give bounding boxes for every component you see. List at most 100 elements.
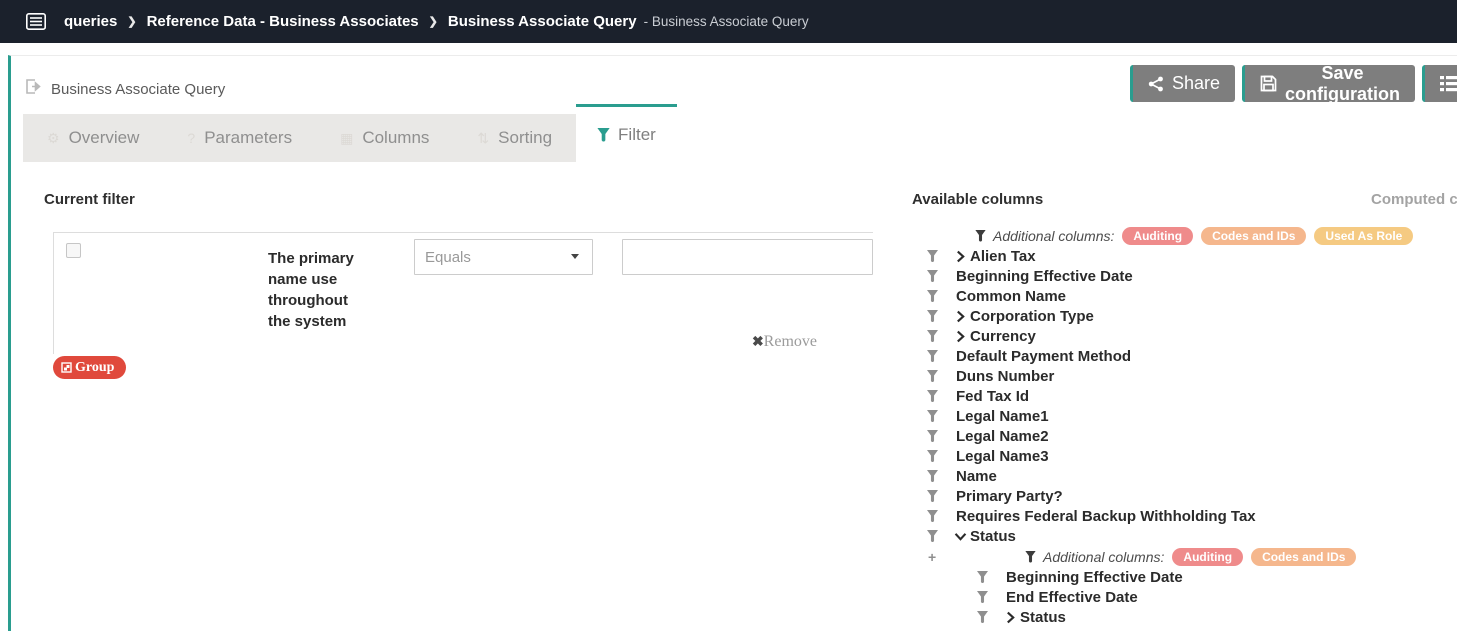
column-item-legal-name2[interactable]: Legal Name2: [912, 426, 1457, 446]
breadcrumb-reference-data[interactable]: Reference Data - Business Associates: [147, 13, 419, 30]
column-item-duns-number[interactable]: Duns Number: [912, 366, 1457, 386]
column-label: Status: [1020, 609, 1066, 626]
badge-codes-and-ids[interactable]: Codes and IDs: [1251, 548, 1356, 566]
group-icon: [61, 362, 72, 373]
chevron-down-icon[interactable]: [954, 532, 967, 541]
page-container: Business Associate Query Share Save conf…: [8, 55, 1457, 631]
parameters-icon: ?: [187, 130, 195, 146]
remove-filter-link[interactable]: ✖Remove: [622, 333, 873, 351]
filter-plus-icon[interactable]: [927, 330, 938, 342]
filter-operator-cell: Equals: [414, 233, 622, 354]
breadcrumb: queries ❯ Reference Data - Business Asso…: [64, 13, 809, 30]
filter-plus-icon[interactable]: [927, 410, 938, 422]
filter-plus-icon[interactable]: [927, 370, 938, 382]
column-item-legal-name1[interactable]: Legal Name1: [912, 406, 1457, 426]
filter-plus-icon[interactable]: [927, 470, 938, 482]
column-label: Corporation Type: [970, 308, 1094, 325]
column-item-fed-tax-id[interactable]: Fed Tax Id: [912, 386, 1457, 406]
tab-filter[interactable]: Filter: [576, 104, 677, 162]
column-item-status-status[interactable]: Status: [912, 607, 1457, 627]
column-item-name[interactable]: Name: [912, 466, 1457, 486]
tab-overview[interactable]: ⚙ Overview: [23, 114, 163, 162]
column-label: Primary Party?: [956, 488, 1063, 505]
column-item-beginning-effective-date[interactable]: Beginning Effective Date: [912, 266, 1457, 286]
tab-overview-label: Overview: [69, 128, 140, 148]
share-icon: [1148, 76, 1164, 92]
chevron-right-icon[interactable]: [1006, 611, 1015, 624]
filter-plus-icon[interactable]: [927, 310, 938, 322]
filter-plus-icon[interactable]: [927, 490, 938, 502]
page-header: Business Associate Query: [25, 79, 225, 99]
column-item-legal-name3[interactable]: Legal Name3: [912, 446, 1457, 466]
breadcrumb-queries[interactable]: queries: [64, 13, 117, 30]
share-button[interactable]: Share: [1130, 65, 1235, 102]
filter-plus-icon[interactable]: [927, 270, 938, 282]
filter-plus-icon[interactable]: [927, 250, 938, 262]
column-item-status-end-effective-date[interactable]: End Effective Date: [912, 587, 1457, 607]
column-label: Status: [970, 528, 1016, 545]
tab-columns[interactable]: ▦ Columns: [316, 114, 453, 162]
breadcrumb-current-query[interactable]: Business Associate Query: [448, 13, 637, 30]
chevron-right-icon[interactable]: [956, 310, 965, 323]
column-label: Beginning Effective Date: [1006, 569, 1183, 586]
column-item-currency[interactable]: Currency: [912, 326, 1457, 346]
filter-value-input[interactable]: [622, 239, 873, 275]
additional-columns-label: Additional columns:: [993, 228, 1114, 244]
save-icon: [1260, 75, 1277, 92]
filter-plus-icon[interactable]: [977, 571, 988, 583]
save-label: Save configuration: [1285, 63, 1400, 105]
operator-select[interactable]: Equals: [414, 239, 593, 275]
remove-x-icon: ✖: [752, 335, 764, 350]
column-item-primary-party[interactable]: Primary Party?: [912, 486, 1457, 506]
column-item-corporation-type[interactable]: Corporation Type: [912, 306, 1457, 326]
column-label: Requires Federal Backup Withholding Tax: [956, 508, 1256, 525]
column-label: Currency: [970, 328, 1036, 345]
column-label: Beginning Effective Date: [956, 268, 1133, 285]
filter-plus-icon[interactable]: [927, 350, 938, 362]
column-item-default-payment-method[interactable]: Default Payment Method: [912, 346, 1457, 366]
column-item-requires-federal-backup-withholding-tax[interactable]: Requires Federal Backup Withholding Tax: [912, 506, 1457, 526]
menu-list-icon[interactable]: [26, 13, 46, 30]
badge-auditing[interactable]: Auditing: [1172, 548, 1243, 566]
badge-used-as-role[interactable]: Used As Role: [1314, 227, 1413, 245]
chevron-right-icon: ❯: [127, 15, 136, 28]
status-additional-columns-row: + Additional columns: Auditing Codes and…: [912, 546, 1457, 567]
export-query-icon: [25, 79, 42, 99]
filter-field-label: The primary name use throughout the syst…: [268, 233, 414, 354]
group-button[interactable]: Group: [53, 356, 126, 379]
filter-plus-icon[interactable]: [977, 611, 988, 623]
column-label: Legal Name1: [956, 408, 1049, 425]
additional-columns-label: Additional columns:: [1043, 549, 1164, 565]
filter-plus-icon[interactable]: [927, 390, 938, 402]
chevron-right-icon[interactable]: [956, 250, 965, 263]
page-title: Business Associate Query: [51, 81, 225, 98]
column-label: Common Name: [956, 288, 1066, 305]
chevron-right-icon: ❯: [429, 15, 438, 28]
badge-codes-and-ids[interactable]: Codes and IDs: [1201, 227, 1306, 245]
badge-auditing[interactable]: Auditing: [1122, 227, 1193, 245]
filter-plus-icon[interactable]: [927, 290, 938, 302]
filter-select-cell: [54, 233, 268, 354]
tab-bar: ⚙ Overview ? Parameters ▦ Columns ⇅ Sort…: [23, 104, 677, 162]
filter-plus-icon[interactable]: [927, 530, 938, 542]
column-item-status[interactable]: Status: [912, 526, 1457, 546]
filter-plus-icon[interactable]: [977, 591, 988, 603]
breadcrumb-subtitle: - Business Associate Query: [644, 14, 809, 29]
column-label: Legal Name2: [956, 428, 1049, 445]
plus-icon[interactable]: +: [928, 549, 940, 565]
filter-plus-icon[interactable]: [927, 450, 938, 462]
filter-plus-icon[interactable]: [927, 510, 938, 522]
column-label: End Effective Date: [1006, 589, 1138, 606]
column-item-alien-tax[interactable]: Alien Tax: [912, 246, 1457, 266]
available-columns-panel: Available columns Computed columns Addit…: [912, 191, 1457, 627]
column-item-common-name[interactable]: Common Name: [912, 286, 1457, 306]
filter-plus-icon[interactable]: [927, 430, 938, 442]
group-label: Group: [75, 360, 114, 376]
tab-sorting[interactable]: ⇅ Sorting: [453, 114, 576, 162]
tab-parameters[interactable]: ? Parameters: [163, 114, 316, 162]
filter-row-checkbox[interactable]: [66, 243, 81, 258]
save-configuration-button[interactable]: Save configuration: [1242, 65, 1415, 102]
column-item-status-beginning-effective-date[interactable]: Beginning Effective Date: [912, 567, 1457, 587]
chevron-right-icon[interactable]: [956, 330, 965, 343]
columns-grid-button[interactable]: [1422, 65, 1457, 102]
